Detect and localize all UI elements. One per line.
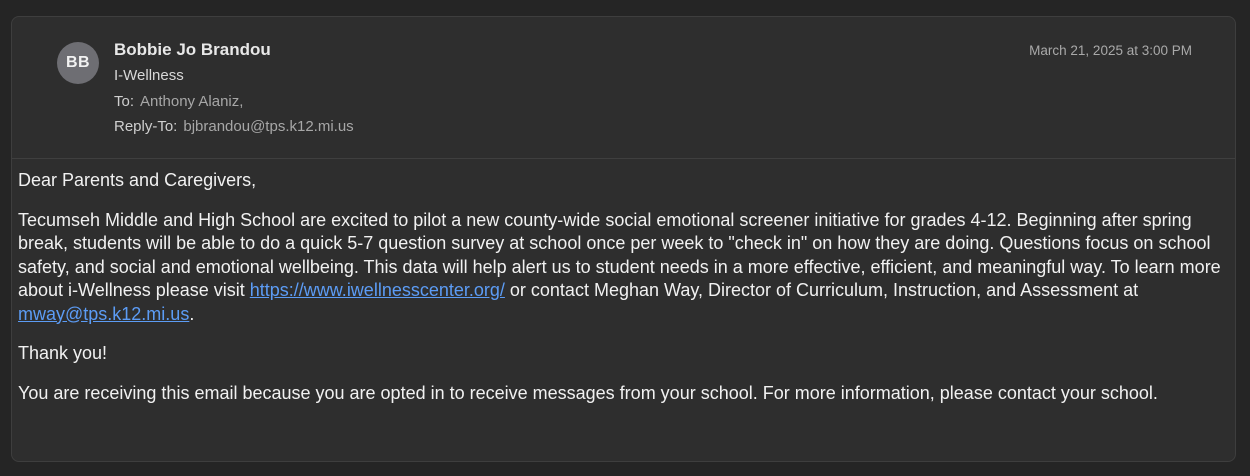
avatar[interactable]: BB xyxy=(57,42,99,84)
email-header: BB Bobbie Jo Brandou I-Wellness To: Antho… xyxy=(12,17,1235,159)
to-row: To: Anthony Alaniz, xyxy=(114,93,243,110)
sender-name[interactable]: Bobbie Jo Brandou xyxy=(114,40,271,60)
greeting: Dear Parents and Caregivers, xyxy=(18,170,257,190)
website-link[interactable]: https://www.iwellnesscenter.org/ xyxy=(250,280,505,300)
email-subject: I-Wellness xyxy=(114,67,184,84)
reply-to-row: Reply-To: bjbrandou@tps.k12.mi.us xyxy=(114,118,354,135)
thanks-line: Thank you! xyxy=(18,343,108,363)
email-link[interactable]: mway@tps.k12.mi.us xyxy=(18,304,189,324)
main-paragraph-text-2: or contact Meghan Way, Director of Curri… xyxy=(504,280,1139,300)
main-paragraph-text-3: . xyxy=(189,303,195,324)
email-message: BB Bobbie Jo Brandou I-Wellness To: Antho… xyxy=(11,16,1236,462)
reply-to-label: Reply-To: xyxy=(114,118,178,135)
reply-to-address[interactable]: bjbrandou@tps.k12.mi.us xyxy=(183,118,353,135)
to-recipient[interactable]: Anthony Alaniz, xyxy=(140,93,243,110)
main-paragraph: Tecumseh Middle and High School are exci… xyxy=(18,209,1233,327)
email-body: Dear Parents and Caregivers, Tecumseh Mi… xyxy=(18,169,1233,421)
email-date: March 21, 2025 at 3:00 PM xyxy=(1029,43,1192,58)
footer-notice: You are receiving this email because you… xyxy=(18,382,1158,403)
to-label: To: xyxy=(114,93,135,110)
